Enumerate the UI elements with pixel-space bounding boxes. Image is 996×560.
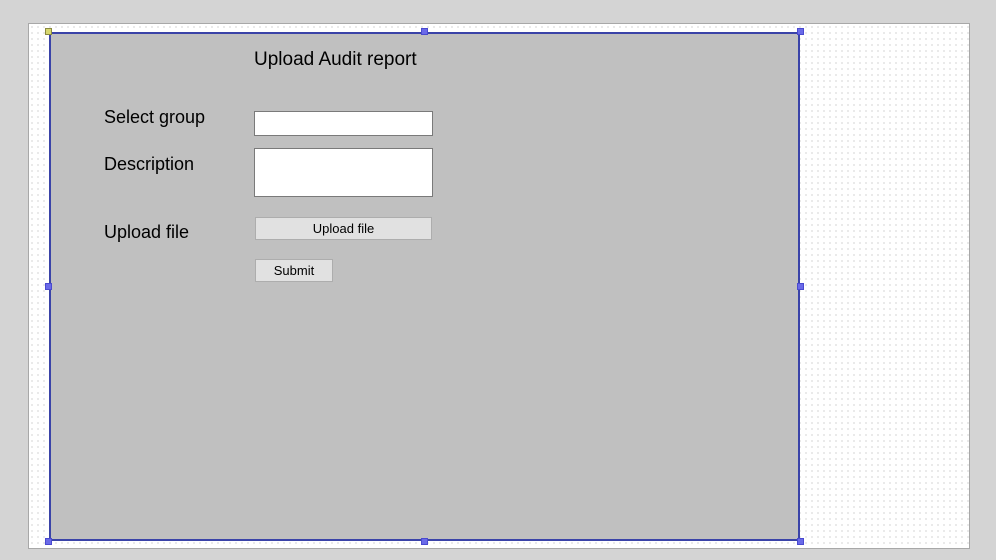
resize-handle-bottom-right[interactable] xyxy=(797,538,804,545)
resize-handle-top-right[interactable] xyxy=(797,28,804,35)
select-group-label: Select group xyxy=(104,107,206,127)
resize-handle-bottom[interactable] xyxy=(421,538,428,545)
resize-handle-top[interactable] xyxy=(421,28,428,35)
resize-handle-left[interactable] xyxy=(45,283,52,290)
description-label: Description xyxy=(104,154,195,174)
resize-handle-bottom-left[interactable] xyxy=(45,538,52,545)
anchor-handle[interactable] xyxy=(45,28,52,35)
submit-button[interactable]: Submit xyxy=(255,259,333,282)
form-title: Upload Audit report xyxy=(254,49,417,70)
upload-file-button[interactable]: Upload file xyxy=(255,217,432,240)
resize-handle-right[interactable] xyxy=(797,283,804,290)
description-field[interactable] xyxy=(254,148,433,197)
upload-file-label: Upload file xyxy=(104,222,190,242)
select-group-input[interactable] xyxy=(254,111,433,136)
